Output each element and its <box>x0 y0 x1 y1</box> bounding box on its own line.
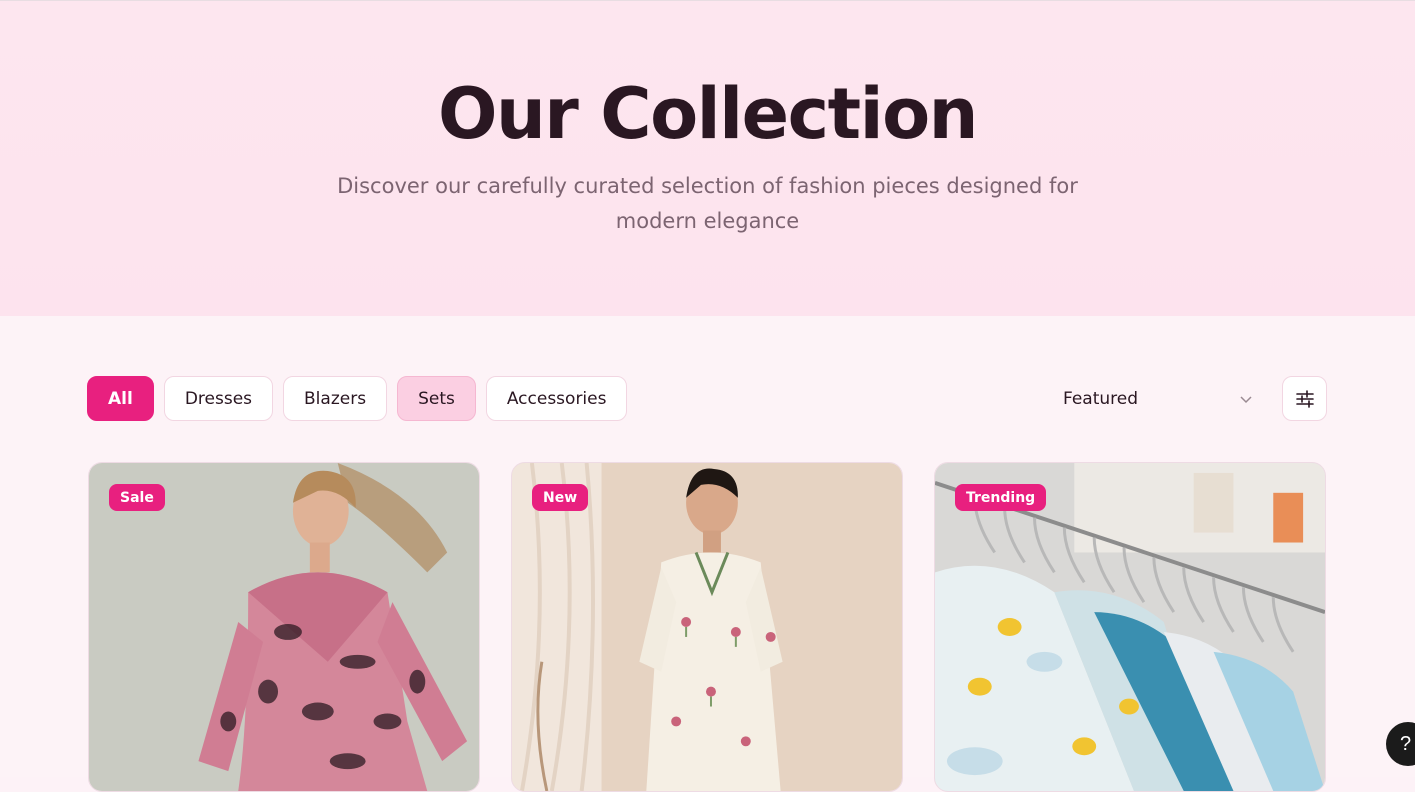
filter-sets-button[interactable]: Sets <box>397 376 476 421</box>
product-image <box>89 463 479 791</box>
sliders-icon <box>1295 389 1314 408</box>
product-image <box>935 463 1325 791</box>
chevron-down-icon <box>1240 396 1252 404</box>
badge-new: New <box>532 484 589 511</box>
filter-accessories-button[interactable]: Accessories <box>485 376 628 421</box>
product-card[interactable]: New <box>511 462 903 792</box>
filter-all-button[interactable]: All <box>87 376 154 421</box>
sort-select[interactable]: Featured <box>1045 378 1265 420</box>
sort-selected-value: Featured <box>1063 389 1139 409</box>
product-image <box>512 463 902 791</box>
filter-settings-button[interactable] <box>1282 376 1327 421</box>
hero-section: Our Collection Discover our carefully cu… <box>0 0 1415 316</box>
help-icon: ? <box>1400 732 1412 755</box>
badge-sale: Sale <box>109 484 165 511</box>
page-title: Our Collection <box>437 73 979 155</box>
category-filters: All Dresses Blazers Sets Accessories <box>87 376 628 421</box>
filter-blazers-button[interactable]: Blazers <box>283 376 388 421</box>
filter-dresses-button[interactable]: Dresses <box>163 376 274 421</box>
badge-trending: Trending <box>955 484 1047 511</box>
product-card[interactable]: Trending <box>934 462 1326 792</box>
product-card[interactable]: Sale <box>88 462 480 792</box>
page-subtitle: Discover our carefully curated selection… <box>337 174 1078 233</box>
